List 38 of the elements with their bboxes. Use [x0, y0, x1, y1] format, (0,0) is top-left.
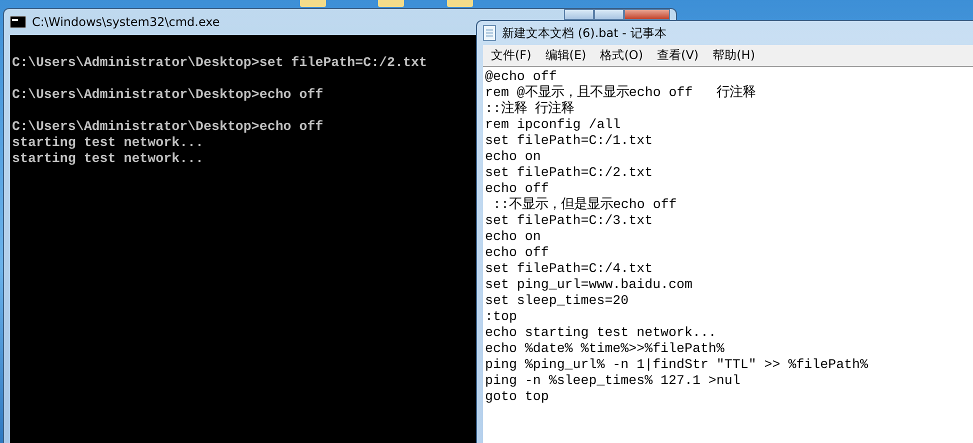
code-line: echo off — [485, 181, 549, 197]
console-icon — [10, 16, 26, 28]
menu-item[interactable]: 查看(V) — [657, 47, 699, 64]
code-line: echo on — [485, 229, 541, 245]
console-line: C:\Users\Administrator\Desktop>echo off — [12, 119, 324, 135]
code-line: rem @不显示，且不显示echo off 行注释 — [485, 85, 756, 100]
minimize-button[interactable] — [564, 9, 594, 20]
menu-item[interactable]: 帮助(H) — [712, 47, 755, 64]
menu-item[interactable]: 格式(O) — [600, 47, 644, 64]
code-line: set sleep_times=20 — [485, 293, 629, 309]
code-line: set filePath=C:/4.txt — [485, 261, 653, 277]
code-line: echo %date% %time%>>%filePath% — [485, 341, 724, 357]
menu-item[interactable]: 编辑(E) — [545, 47, 586, 64]
code-line: echo starting test network... — [485, 325, 716, 341]
window-title: 新建文本文档 (6).bat - 记事本 — [502, 24, 666, 42]
code-line: set filePath=C:/2.txt — [485, 165, 653, 181]
code-line: rem ipconfig /all — [485, 117, 621, 133]
code-line: ::不显示，但是显示echo off — [492, 197, 677, 213]
console-line: starting test network... — [12, 151, 204, 167]
code-line: set filePath=C:/3.txt — [485, 213, 653, 229]
code-line: echo off — [485, 245, 549, 261]
code-line: :top — [485, 309, 517, 325]
code-line: ping -n %sleep_times% 127.1 >nul — [485, 373, 740, 389]
notepad-icon — [483, 25, 496, 41]
console-line: C:\Users\Administrator\Desktop>echo off — [12, 87, 324, 103]
menu-item[interactable]: 文件(F) — [491, 47, 532, 64]
code-line: echo on — [485, 149, 541, 165]
console-line: starting test network... — [12, 135, 204, 151]
window-title: C:\Windows\system32\cmd.exe — [32, 15, 220, 29]
close-button[interactable] — [624, 9, 670, 20]
code-line: ::注释 行注释 — [485, 101, 574, 117]
code-line: goto top — [485, 389, 549, 405]
code-line: @echo off — [485, 69, 557, 85]
console-line: C:\Users\Administrator\Desktop>set filePath=C:/2.txt — [12, 55, 427, 71]
code-line: set ping_url=www.baidu.com — [485, 277, 692, 293]
code-line: set filePath=C:/1.txt — [485, 133, 653, 149]
code-line: ping %ping_url% -n 1|findStr "TTL" >> %filePath% — [485, 357, 868, 373]
maximize-button[interactable] — [594, 9, 624, 20]
